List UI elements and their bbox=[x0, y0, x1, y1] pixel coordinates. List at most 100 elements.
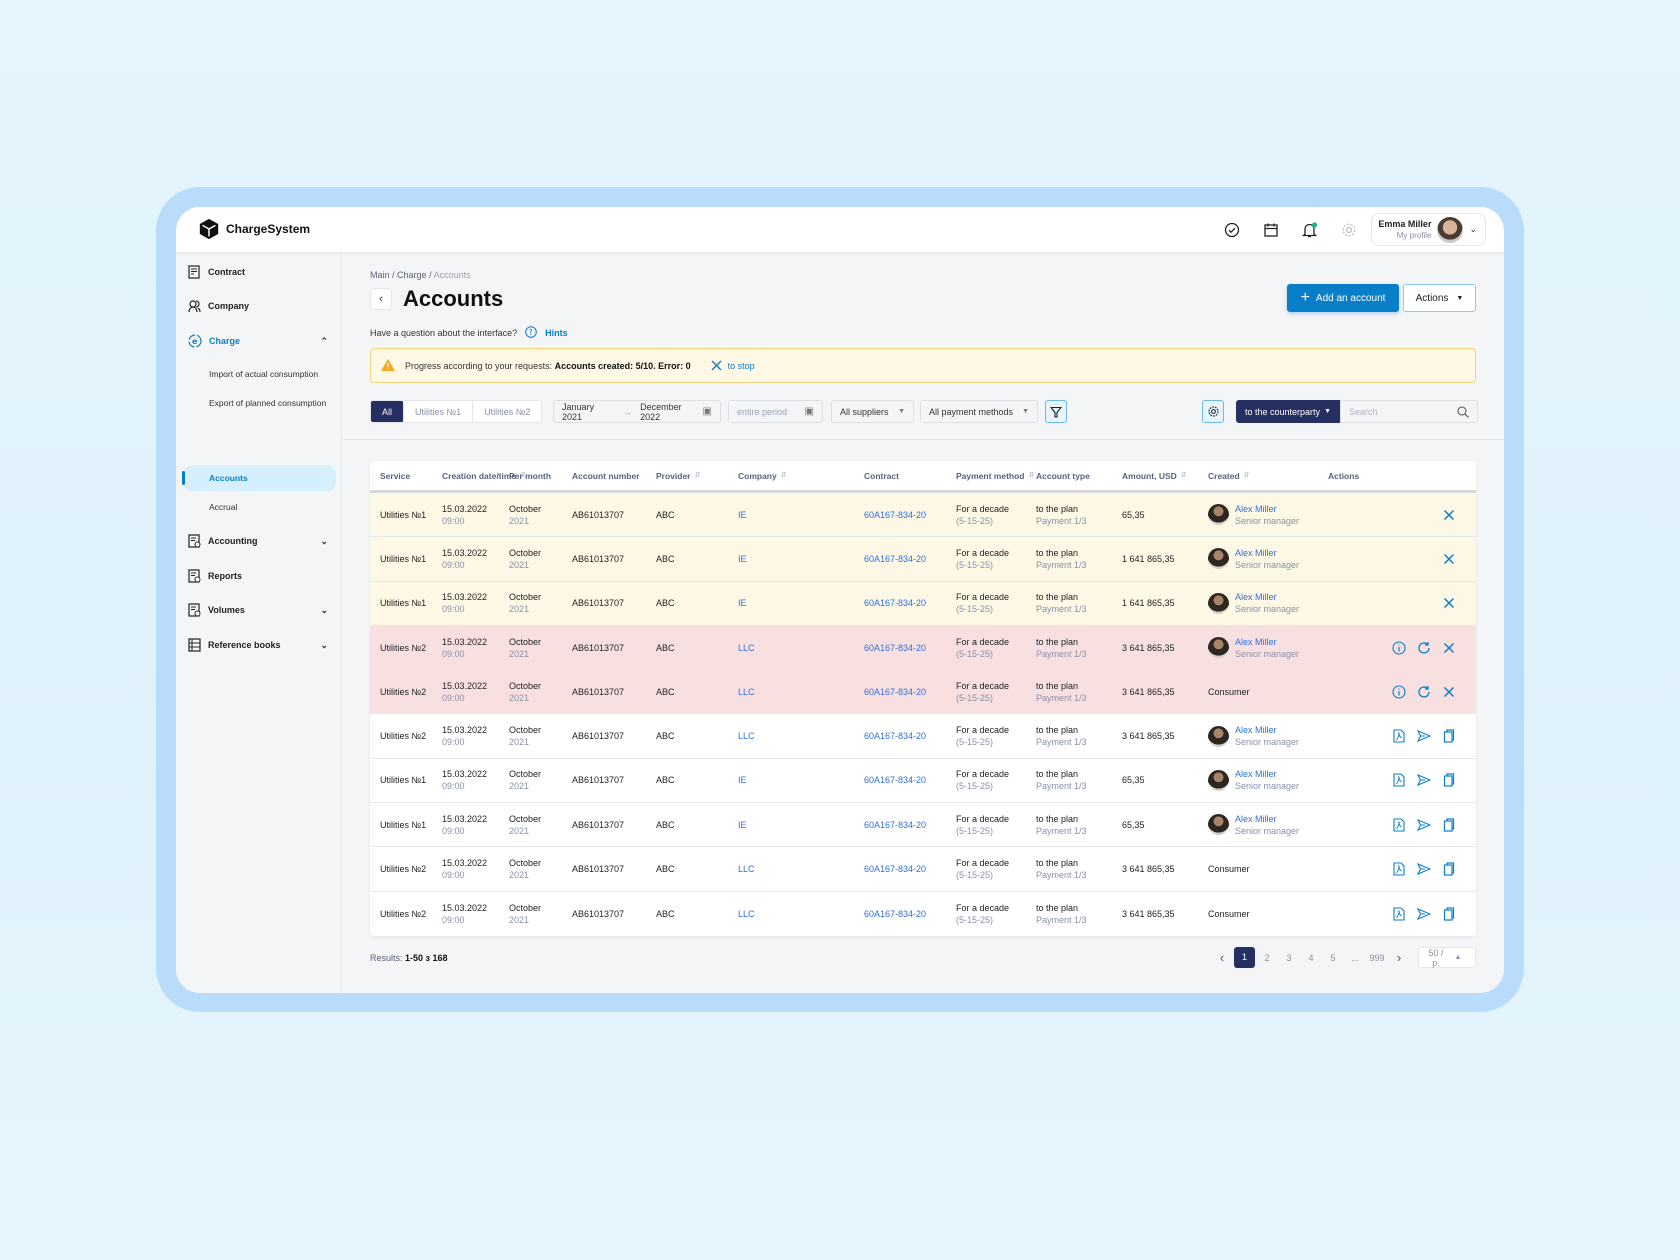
creator-name-link[interactable]: Alex Miller bbox=[1235, 503, 1299, 515]
retry-icon[interactable] bbox=[1416, 684, 1431, 699]
sidebar-item-contract[interactable]: Contract bbox=[188, 265, 328, 279]
sidebar-item-company[interactable]: Company bbox=[188, 299, 328, 313]
creator-name-link[interactable]: Alex Miller bbox=[1235, 591, 1299, 603]
gear-icon[interactable] bbox=[1339, 220, 1358, 239]
company-link[interactable]: LLC bbox=[738, 642, 755, 654]
pdf-icon[interactable] bbox=[1391, 862, 1406, 877]
sidebar-subitem-accrual[interactable]: Accrual bbox=[209, 502, 237, 512]
logo[interactable]: ChargeSystem bbox=[198, 218, 310, 240]
column-header[interactable]: Created ⇵ bbox=[1208, 461, 1250, 490]
pdf-icon[interactable] bbox=[1391, 729, 1406, 744]
contract-link[interactable]: 60A167-834-20 bbox=[864, 597, 926, 609]
page-button[interactable]: 4 bbox=[1300, 953, 1322, 963]
company-link[interactable]: IE bbox=[738, 819, 747, 831]
contract-link[interactable]: 60A167-834-20 bbox=[864, 553, 926, 565]
next-page-button[interactable]: › bbox=[1388, 950, 1410, 965]
page-button[interactable]: 2 bbox=[1256, 953, 1278, 963]
send-icon[interactable] bbox=[1416, 906, 1431, 921]
table-row[interactable]: Utilities №1 15.03.2022 09:00 October 2021 AB… bbox=[370, 493, 1476, 538]
date-range-picker[interactable]: January 2021 → December 2022 ▣ bbox=[553, 400, 721, 423]
back-button[interactable]: ‹ bbox=[370, 288, 392, 310]
pdf-icon[interactable] bbox=[1391, 817, 1406, 832]
contract-link[interactable]: 60A167-834-20 bbox=[864, 642, 926, 654]
close-icon[interactable] bbox=[1441, 507, 1456, 522]
breadcrumb-main[interactable]: Main bbox=[370, 270, 390, 280]
send-icon[interactable] bbox=[1416, 862, 1431, 877]
table-row[interactable]: Utilities №1 15.03.2022 09:00 October 2021 AB… bbox=[370, 759, 1476, 804]
table-settings-button[interactable] bbox=[1202, 400, 1224, 423]
sidebar-item-reference-books[interactable]: Reference books ⌄ bbox=[188, 638, 328, 652]
sidebar-subitem-import[interactable]: Import of actual consumption bbox=[209, 369, 318, 379]
payment-methods-select[interactable]: All payment methods ▼ bbox=[920, 400, 1038, 423]
copy-icon[interactable] bbox=[1441, 906, 1456, 921]
sort-icon[interactable]: ⇵ bbox=[1181, 470, 1187, 482]
add-account-button[interactable]: + Add an account bbox=[1287, 284, 1399, 312]
send-icon[interactable] bbox=[1416, 729, 1431, 744]
page-button[interactable]: 5 bbox=[1322, 953, 1344, 963]
close-icon[interactable] bbox=[1441, 596, 1456, 611]
pdf-icon[interactable] bbox=[1391, 906, 1406, 921]
table-row[interactable]: Utilities №2 15.03.2022 09:00 October 2021 AB… bbox=[370, 892, 1476, 936]
sort-icon[interactable]: ⇵ bbox=[1244, 470, 1250, 482]
page-button[interactable]: 3 bbox=[1278, 953, 1300, 963]
contract-link[interactable]: 60A167-834-20 bbox=[864, 686, 926, 698]
pdf-icon[interactable] bbox=[1391, 773, 1406, 788]
sort-icon[interactable]: ⇵ bbox=[1029, 470, 1035, 482]
prev-page-button[interactable]: ‹ bbox=[1211, 950, 1233, 965]
info-icon[interactable] bbox=[1391, 684, 1406, 699]
table-row[interactable]: Utilities №2 15.03.2022 09:00 October 2021 AB… bbox=[370, 670, 1476, 715]
hints-link[interactable]: Hints bbox=[545, 328, 568, 338]
contract-link[interactable]: 60A167-834-20 bbox=[864, 908, 926, 920]
period-picker[interactable]: entire period ▣ bbox=[728, 400, 823, 423]
sidebar-item-charge[interactable]: e Charge ⌃ bbox=[188, 334, 328, 348]
bell-icon[interactable] bbox=[1300, 220, 1319, 239]
creator-name-link[interactable]: Alex Miller bbox=[1235, 724, 1299, 736]
page-button[interactable]: 1 bbox=[1234, 947, 1255, 968]
company-link[interactable]: IE bbox=[738, 597, 747, 609]
contract-link[interactable]: 60A167-834-20 bbox=[864, 863, 926, 875]
close-icon[interactable] bbox=[1441, 684, 1456, 699]
copy-icon[interactable] bbox=[1441, 817, 1456, 832]
stop-button[interactable]: to stop bbox=[711, 360, 755, 371]
page-button[interactable]: 999 bbox=[1366, 953, 1388, 963]
tab-utilities-1[interactable]: Utilities №1 bbox=[404, 401, 474, 422]
actions-dropdown[interactable]: Actions ▼ bbox=[1403, 284, 1476, 312]
breadcrumb-charge[interactable]: Charge bbox=[397, 270, 427, 280]
profile-menu[interactable]: Emma Miller My profile ⌄ bbox=[1371, 213, 1486, 246]
close-icon[interactable] bbox=[1441, 551, 1456, 566]
table-row[interactable]: Utilities №1 15.03.2022 09:00 October 2021 AB… bbox=[370, 803, 1476, 848]
creator-name-link[interactable]: Alex Miller bbox=[1235, 547, 1299, 559]
search-scope-select[interactable]: to the counterparty ▼ bbox=[1236, 400, 1340, 423]
copy-icon[interactable] bbox=[1441, 862, 1456, 877]
company-link[interactable]: IE bbox=[738, 509, 747, 521]
suppliers-select[interactable]: All suppliers ▼ bbox=[831, 400, 914, 423]
company-link[interactable]: IE bbox=[738, 774, 747, 786]
column-header[interactable]: Company ⇵ bbox=[738, 461, 787, 490]
company-link[interactable]: LLC bbox=[738, 908, 755, 920]
copy-icon[interactable] bbox=[1441, 773, 1456, 788]
company-link[interactable]: IE bbox=[738, 553, 747, 565]
copy-icon[interactable] bbox=[1441, 729, 1456, 744]
info-icon[interactable] bbox=[1391, 640, 1406, 655]
sort-icon[interactable]: ⇵ bbox=[781, 470, 787, 482]
sort-icon[interactable]: ⇵ bbox=[695, 470, 701, 482]
contract-link[interactable]: 60A167-834-20 bbox=[864, 819, 926, 831]
sidebar-subitem-accounts[interactable]: Accounts bbox=[209, 473, 248, 483]
sidebar-subitem-export[interactable]: Export of planned consumption bbox=[209, 398, 326, 408]
table-row[interactable]: Utilities №1 15.03.2022 09:00 October 2021 AB… bbox=[370, 581, 1476, 626]
retry-icon[interactable] bbox=[1416, 640, 1431, 655]
tab-all[interactable]: All bbox=[371, 401, 405, 422]
sidebar-item-volumes[interactable]: Volumes ⌄ bbox=[188, 603, 328, 617]
creator-name-link[interactable]: Alex Miller bbox=[1235, 636, 1299, 648]
table-row[interactable]: Utilities №2 15.03.2022 09:00 October 2021 AB… bbox=[370, 625, 1476, 671]
creator-name-link[interactable]: Alex Miller bbox=[1235, 768, 1299, 780]
my-profile-link[interactable]: My profile bbox=[1378, 230, 1432, 242]
calendar-icon[interactable] bbox=[1261, 220, 1280, 239]
send-icon[interactable] bbox=[1416, 773, 1431, 788]
send-icon[interactable] bbox=[1416, 817, 1431, 832]
per-page-select[interactable]: 50 / p. ▲ bbox=[1418, 947, 1476, 968]
company-link[interactable]: LLC bbox=[738, 863, 755, 875]
contract-link[interactable]: 60A167-834-20 bbox=[864, 774, 926, 786]
creator-name-link[interactable]: Alex Miller bbox=[1235, 813, 1299, 825]
table-row[interactable]: Utilities №1 15.03.2022 09:00 October 2021 AB… bbox=[370, 537, 1476, 582]
